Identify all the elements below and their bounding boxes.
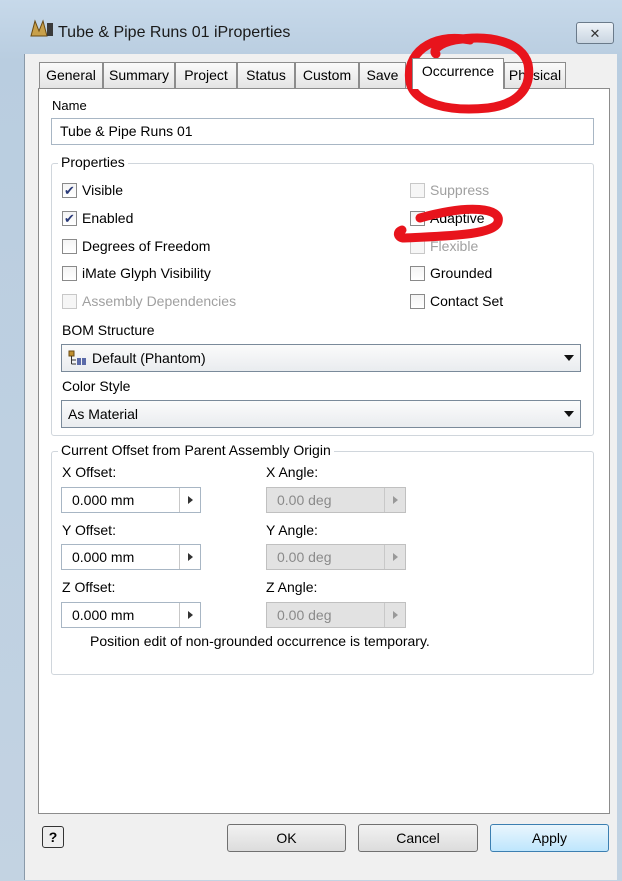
z-offset-field[interactable]: 0.000 mm	[61, 602, 201, 628]
ok-button[interactable]: OK	[227, 824, 346, 852]
z-offset-spin-button[interactable]	[179, 603, 200, 627]
x-offset-field[interactable]: 0.000 mm	[61, 487, 201, 513]
y-offset-label: Y Offset:	[62, 522, 116, 538]
enabled-label: Enabled	[82, 210, 134, 226]
adaptive-checkbox[interactable]	[410, 211, 425, 226]
imate-glyph-label: iMate Glyph Visibility	[82, 265, 211, 281]
suppress-checkbox	[410, 183, 425, 198]
visible-checkbox[interactable]: ✔	[62, 183, 77, 198]
chevron-down-icon	[564, 355, 574, 361]
contact-set-label: Contact Set	[430, 293, 504, 309]
adaptive-label: Adaptive	[430, 210, 485, 226]
properties-group-title: Properties	[58, 154, 128, 170]
tab-physical[interactable]: Physical	[504, 62, 566, 88]
color-style-label: Color Style	[62, 378, 131, 394]
tab-summary[interactable]: Summary	[103, 62, 175, 88]
z-angle-field: 0.00 deg	[266, 602, 406, 628]
y-angle-spin-button	[384, 545, 405, 569]
flexible-label: Flexible	[430, 238, 479, 254]
assembly-dependencies-label: Assembly Dependencies	[82, 293, 237, 309]
inventor-app-icon	[30, 19, 53, 37]
dialog-window: Tube & Pipe Runs 01 iProperties ✕ Genera…	[0, 0, 622, 881]
tab-general[interactable]: General	[39, 62, 103, 88]
name-label: Name	[52, 98, 87, 113]
degrees-of-freedom-checkbox[interactable]	[62, 239, 77, 254]
x-offset-value: 0.000 mm	[72, 492, 135, 508]
y-offset-spin-button[interactable]	[179, 545, 200, 569]
x-offset-spin-button[interactable]	[179, 488, 200, 512]
position-note: Position edit of non-grounded occurrence…	[90, 633, 430, 649]
z-offset-value: 0.000 mm	[72, 607, 135, 623]
offset-group-title: Current Offset from Parent Assembly Orig…	[58, 442, 334, 458]
y-offset-value: 0.000 mm	[72, 549, 135, 565]
name-field[interactable]: Tube & Pipe Runs 01	[51, 118, 594, 145]
tab-occurrence[interactable]: Occurrence	[412, 58, 504, 89]
x-angle-spin-button	[384, 488, 405, 512]
tab-save[interactable]: Save	[359, 62, 406, 88]
cancel-button[interactable]: Cancel	[358, 824, 478, 852]
grounded-label: Grounded	[430, 265, 493, 281]
y-angle-value: 0.00 deg	[277, 549, 332, 565]
x-angle-value: 0.00 deg	[277, 492, 332, 508]
flexible-checkbox	[410, 239, 425, 254]
tab-custom[interactable]: Custom	[295, 62, 359, 88]
y-angle-label: Y Angle:	[266, 522, 318, 538]
tab-project[interactable]: Project	[175, 62, 237, 88]
window-title: Tube & Pipe Runs 01 iProperties	[58, 24, 291, 41]
bom-structure-label: BOM Structure	[62, 322, 155, 338]
apply-button[interactable]: Apply	[490, 824, 609, 852]
suppress-label: Suppress	[430, 182, 490, 198]
phantom-structure-icon	[68, 350, 86, 365]
x-angle-field: 0.00 deg	[266, 487, 406, 513]
bom-structure-value: Default (Phantom)	[92, 350, 206, 366]
enabled-checkbox[interactable]: ✔	[62, 211, 77, 226]
close-button[interactable]: ✕	[576, 22, 614, 44]
x-offset-label: X Offset:	[62, 464, 117, 480]
assembly-dependencies-checkbox	[62, 294, 77, 309]
y-offset-field[interactable]: 0.000 mm	[61, 544, 201, 570]
z-offset-label: Z Offset:	[62, 579, 116, 595]
imate-glyph-checkbox[interactable]	[62, 266, 77, 281]
help-button[interactable]: ?	[42, 826, 64, 848]
tab-status[interactable]: Status	[237, 62, 295, 88]
y-angle-field: 0.00 deg	[266, 544, 406, 570]
z-angle-spin-button	[384, 603, 405, 627]
color-style-value: As Material	[68, 406, 139, 422]
title-bar[interactable]: Tube & Pipe Runs 01 iProperties ✕	[0, 0, 622, 44]
visible-label: Visible	[82, 182, 123, 198]
z-angle-value: 0.00 deg	[277, 607, 332, 623]
z-angle-label: Z Angle:	[266, 579, 318, 595]
x-angle-label: X Angle:	[266, 464, 319, 480]
color-style-dropdown[interactable]: As Material	[61, 400, 581, 428]
contact-set-checkbox[interactable]	[410, 294, 425, 309]
chevron-down-icon	[564, 411, 574, 417]
bom-structure-dropdown[interactable]: Default (Phantom)	[61, 344, 581, 372]
degrees-of-freedom-label: Degrees of Freedom	[82, 238, 211, 254]
grounded-checkbox[interactable]	[410, 266, 425, 281]
